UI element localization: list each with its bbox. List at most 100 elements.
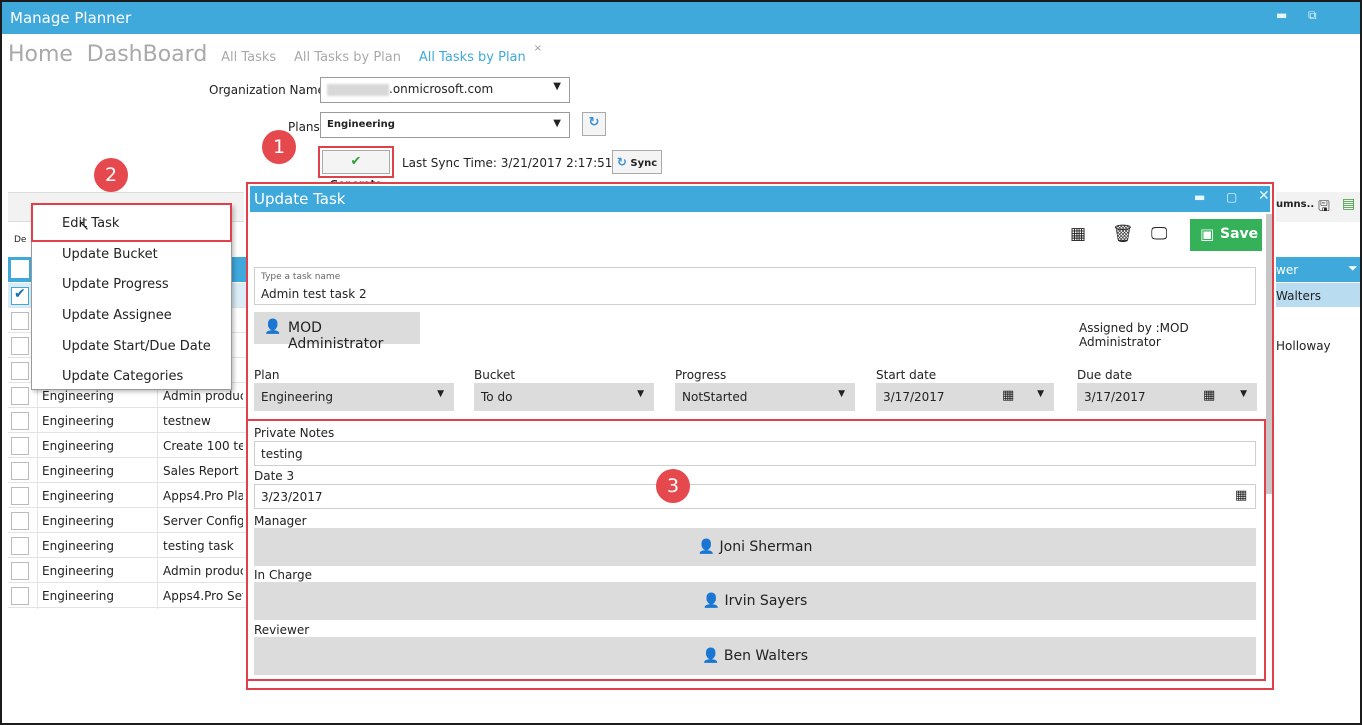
task-name-field[interactable]: Type a task name Admin test task 2 [254,267,1256,305]
row-checkbox[interactable] [11,512,29,530]
table-row[interactable]: Engineering Apps4.Pro Plan [8,483,246,508]
dialog-title-bar: Update Task ▬ ▢ ✕ [250,186,1270,212]
grid-hint-text: De [14,235,27,245]
tab-close-icon[interactable]: × [534,43,542,54]
chevron-down-icon: ▼ [1037,389,1044,399]
table-row[interactable]: Engineering Server Configur [8,508,246,533]
add-person-icon: 👤 [697,539,716,555]
start-date-picker[interactable]: 3/17/2017 ▦ ▼ [876,383,1054,411]
table-row[interactable]: Engineering testnew [8,408,246,433]
manager-value: Joni Sherman [719,539,813,555]
date3-field[interactable]: 3/23/2017 ▦ [254,484,1256,509]
plans-label: Plans [288,120,320,134]
calendar-icon[interactable]: ▦ [1002,388,1014,403]
select-all-checkbox[interactable] [11,260,29,278]
row-checkbox[interactable] [11,387,29,405]
plan-cell: Engineering [42,414,114,428]
dialog-scrollbar[interactable] [1266,214,1272,494]
reviewer-picker-button[interactable]: 👤 Ben Walters [254,637,1256,675]
plan-cell: Engineering [42,564,114,578]
floppy-icon: ▣ [1200,225,1215,243]
plans-combobox[interactable]: Engineering ▼ [320,112,570,138]
progress-dropdown[interactable]: NotStarted ▼ [675,383,855,411]
chevron-down-icon: ▼ [637,389,644,399]
row-checkbox[interactable] [11,462,29,480]
table-row[interactable]: Engineering Create 100 test [8,433,246,458]
progress-label: Progress [675,368,727,382]
sync-button[interactable]: ↻ Sync [612,150,662,174]
table-row[interactable]: Engineering testing task [8,533,246,558]
row-checkbox[interactable] [11,312,29,330]
menu-item-update-start-due-date[interactable]: Update Start/Due Date [62,339,211,354]
column-header-reviewer[interactable]: wer [1276,263,1298,277]
minimize-icon[interactable]: ▬ [1194,190,1205,204]
nav-bar: Home DashBoard All Tasks All Tasks by Pl… [8,42,542,72]
export-icon[interactable]: 🖫 [1318,196,1330,220]
row-checkbox[interactable] [11,437,29,455]
due-date-label: Due date [1077,368,1133,382]
row-checkbox[interactable] [11,412,29,430]
menu-item-update-assignee[interactable]: Update Assignee [62,308,172,323]
refresh-plans-button[interactable]: ↻ [582,112,606,136]
table-row[interactable]: Engineering Apps4.Pro Setti [8,583,246,608]
highlight-edit-task [31,203,232,242]
private-notes-field[interactable]: testing [254,441,1256,466]
minimize-icon[interactable]: ▬ [1276,8,1287,22]
manage-planner-window: Manage Planner ▬ ⧉ Home DashBoard All Ta… [0,0,1362,725]
task-cell: Server Configur [163,514,243,528]
task-cell: Admin product [163,564,243,578]
row-checkbox[interactable] [11,337,29,355]
plan-dropdown[interactable]: Engineering ▼ [254,383,454,411]
chevron-down-icon: ▼ [838,389,845,399]
progress-value: NotStarted [682,390,748,404]
nav-home[interactable]: Home [8,42,73,67]
annotation-badge-2: 2 [94,158,128,192]
due-date-picker[interactable]: 3/17/2017 ▦ ▼ [1077,383,1257,411]
row-checkbox[interactable] [11,362,29,380]
tab-all-tasks-by-plan-active[interactable]: All Tasks by Plan [419,50,526,65]
row-checkbox[interactable] [11,537,29,555]
maximize-icon[interactable]: ▢ [1226,190,1237,204]
row-checkbox[interactable] [11,562,29,580]
save-button[interactable]: ▣ Save [1190,219,1262,251]
add-person-icon: 👤 [264,319,282,335]
grid-right-cell: Walters [1276,289,1322,303]
annotation-badge-3: 3 [656,469,690,503]
menu-item-update-categories[interactable]: Update Categories [62,369,183,384]
calendar-icon[interactable]: ▦ [1235,488,1247,503]
bucket-label: Bucket [474,368,516,382]
table-row[interactable]: Engineering Admin product [8,558,246,583]
org-combobox[interactable]: .onmicrosoft.com ▼ [320,77,570,103]
row-checkbox[interactable]: ✔ [11,286,29,305]
grid-right-selected-row[interactable]: Walters [1276,283,1360,307]
close-icon[interactable]: ✕ [1258,188,1270,204]
row-checkbox[interactable] [11,587,29,605]
manager-picker-button[interactable]: 👤 Joni Sherman [254,528,1256,566]
add-tile-icon[interactable]: ▦ [1070,224,1086,244]
plan-cell: Engineering [42,439,114,453]
bucket-dropdown[interactable]: To do ▼ [474,383,654,411]
menu-item-update-bucket[interactable]: Update Bucket [62,247,158,262]
title-bar: Manage Planner ▬ ⧉ [2,2,1360,34]
monitor-icon[interactable]: 🖵 [1151,224,1167,244]
filter-icon[interactable]: ⏷ [1348,261,1358,276]
trash-icon[interactable]: 🗑 [1112,224,1134,244]
table-row[interactable]: Engineering Sales Report Re [8,458,246,483]
assigned-by: Assigned by :MOD Administrator [1079,321,1189,349]
in-charge-picker-button[interactable]: 👤 Irvin Sayers [254,582,1256,620]
plan-cell: Engineering [42,464,114,478]
nav-dashboard[interactable]: DashBoard [87,42,207,67]
columns-button[interactable]: umns.. [1276,199,1314,210]
excel-icon[interactable]: ▤ [1342,196,1355,212]
task-cell: testing task [163,539,234,553]
calendar-icon[interactable]: ▦ [1203,388,1215,403]
assignee-button[interactable]: 👤 MOD Administrator [254,312,420,352]
bucket-value: To do [481,390,513,404]
plans-value: Engineering [327,119,395,130]
menu-item-update-progress[interactable]: Update Progress [62,277,169,292]
row-checkbox[interactable] [11,487,29,505]
tab-all-tasks[interactable]: All Tasks [221,50,276,65]
tab-all-tasks-by-plan-1[interactable]: All Tasks by Plan [294,50,401,65]
plan-cell: Engineering [42,489,114,503]
restore-icon[interactable]: ⧉ [1308,8,1317,23]
